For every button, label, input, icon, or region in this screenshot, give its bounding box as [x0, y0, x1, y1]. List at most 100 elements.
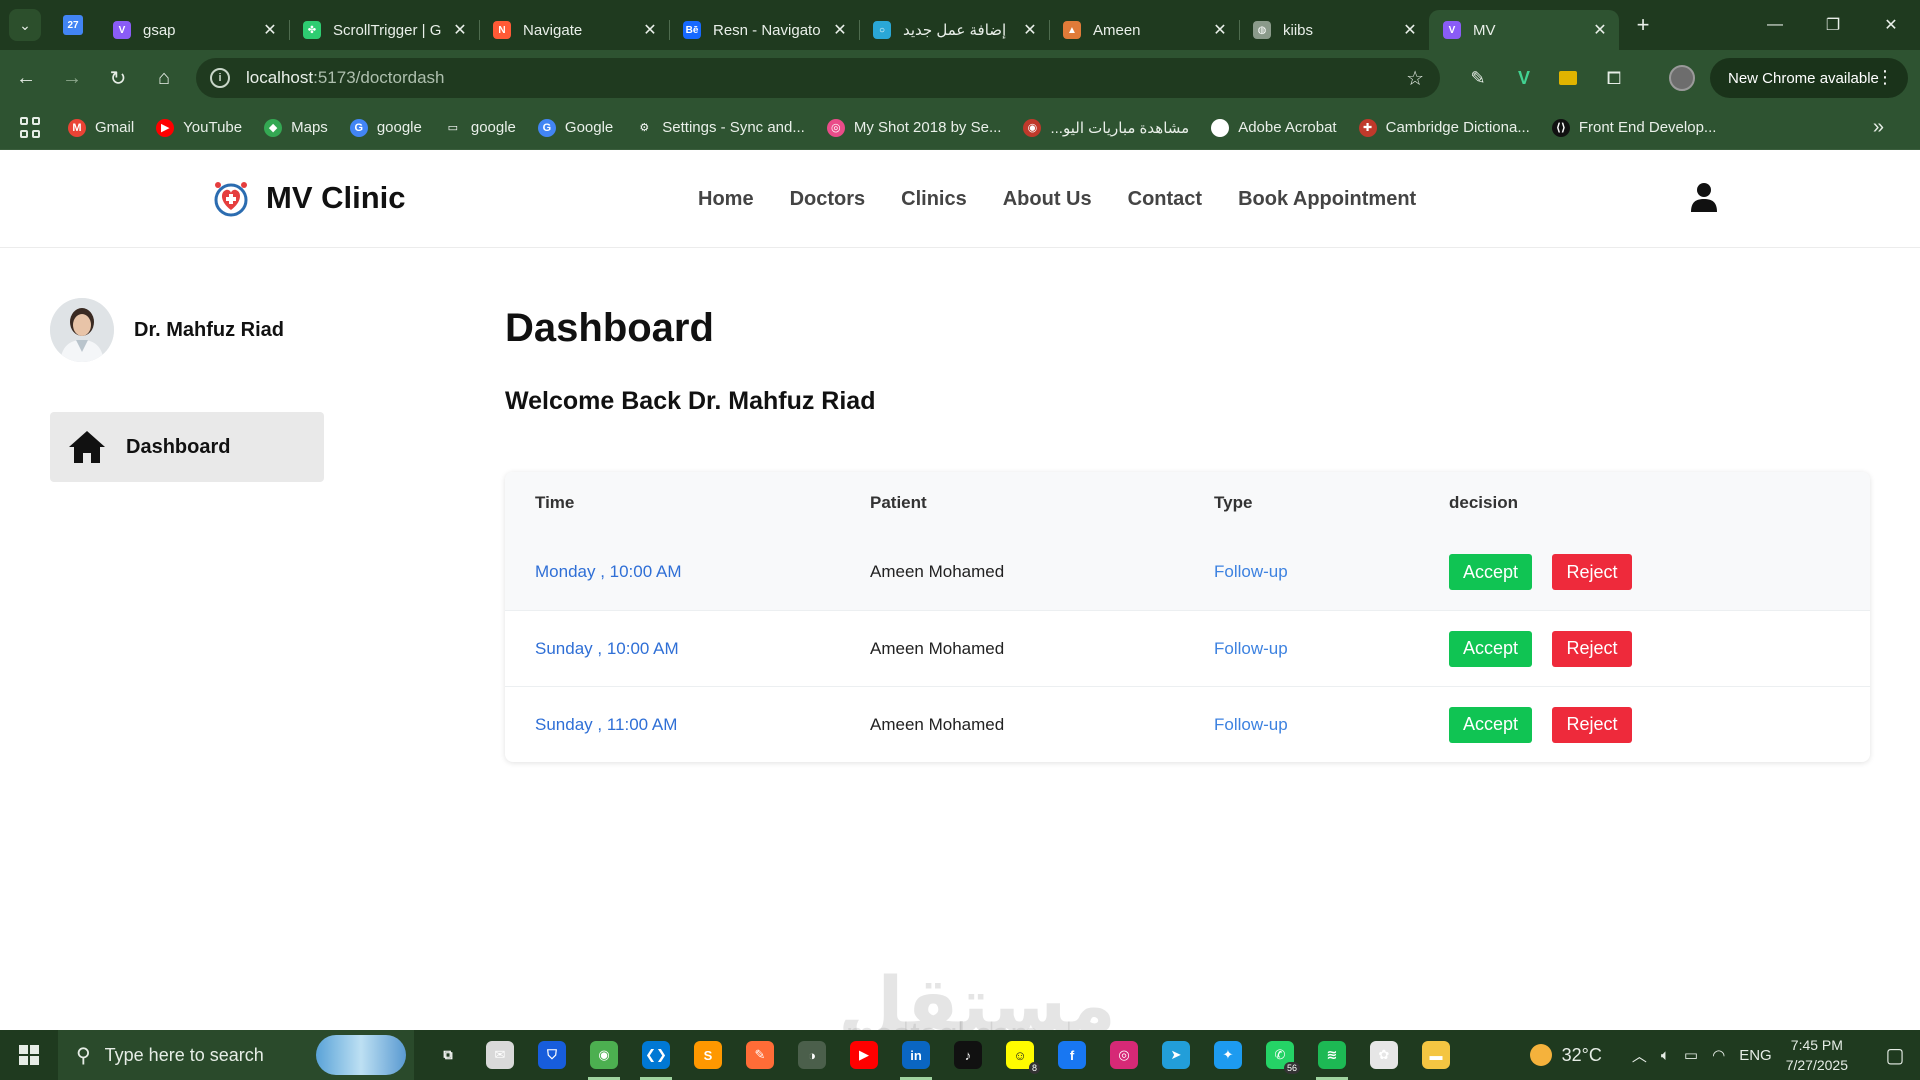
browser-tab[interactable]: Bē Resn - Navigato ✕	[669, 10, 860, 50]
browser-tab[interactable]: ○ إضافة عمل جديد ✕	[859, 10, 1050, 50]
back-button[interactable]: ←	[6, 58, 46, 98]
site-info-icon[interactable]: i	[210, 68, 230, 88]
browser-tab[interactable]: Vgsap ✕	[99, 10, 290, 50]
nav-link-doctors[interactable]: Doctors	[790, 188, 866, 211]
taskbar-app[interactable]: S	[682, 1030, 734, 1080]
accept-button[interactable]: Accept	[1449, 706, 1532, 743]
bookmark-item[interactable]: M Gmail	[68, 118, 134, 137]
appointment-type[interactable]: Follow-up	[1214, 715, 1449, 735]
taskbar-app[interactable]: ✿	[1358, 1030, 1410, 1080]
bookmark-item[interactable]: G Google	[537, 118, 613, 137]
taskbar-app[interactable]: ◉	[578, 1030, 630, 1080]
clock[interactable]: 7:45 PM 7/27/2025	[1786, 1035, 1848, 1075]
nav-link-home[interactable]: Home	[698, 188, 754, 211]
taskbar-app[interactable]: ❮❯	[630, 1030, 682, 1080]
taskbar-app[interactable]: ✆ 56	[1254, 1030, 1306, 1080]
taskbar-app[interactable]: ✦	[1202, 1030, 1254, 1080]
extension-icon[interactable]	[1548, 58, 1588, 98]
home-button[interactable]: ⌂	[144, 58, 184, 98]
browser-tab[interactable]: ✤ ScrollTrigger | G ✕	[289, 10, 480, 50]
taskbar-app[interactable]: ▶	[838, 1030, 890, 1080]
sidebar-item-dashboard[interactable]: Dashboard	[50, 412, 324, 482]
tab-close-icon[interactable]: ✕	[641, 20, 659, 40]
taskbar-app[interactable]: ≋	[1306, 1030, 1358, 1080]
nav-link-contact[interactable]: Contact	[1128, 188, 1202, 211]
tab-close-icon[interactable]: ✕	[831, 20, 849, 40]
taskbar-app[interactable]: f	[1046, 1030, 1098, 1080]
user-account-icon[interactable]	[1690, 182, 1718, 217]
taskbar-app[interactable]: in	[890, 1030, 942, 1080]
appointment-type[interactable]: Follow-up	[1214, 639, 1449, 659]
wifi-icon[interactable]: ◠	[1712, 1046, 1725, 1064]
accept-button[interactable]: Accept	[1449, 630, 1532, 667]
minimize-button[interactable]: —	[1746, 0, 1804, 50]
taskbar-app[interactable]: ⛉	[526, 1030, 578, 1080]
bookmark-item[interactable]: Ggoogle	[349, 118, 422, 137]
appointment-time[interactable]: Sunday , 10:00 AM	[505, 639, 870, 659]
taskbar-search[interactable]: ⚲ Type here to search	[58, 1030, 414, 1080]
site-logo[interactable]: MV Clinic	[212, 178, 406, 218]
url-text[interactable]: localhost:5173/doctordash	[246, 68, 445, 88]
bookmark-item[interactable]: ✚ Cambridge Dictiona...	[1358, 118, 1530, 137]
bookmark-item[interactable]: ◆ Maps	[264, 118, 328, 137]
taskbar-app[interactable]: ☺ 8	[994, 1030, 1046, 1080]
vue-devtools-extension-icon[interactable]: V	[1504, 58, 1544, 98]
accept-button[interactable]: Accept	[1449, 554, 1532, 590]
taskbar-app[interactable]: ▬	[1410, 1030, 1462, 1080]
battery-icon[interactable]: ▭	[1684, 1046, 1698, 1064]
bookmark-item[interactable]: ◐ Adobe Acrobat	[1211, 118, 1337, 137]
taskbar-app[interactable]: ⧉	[422, 1030, 474, 1080]
language-indicator[interactable]: ENG	[1739, 1047, 1772, 1064]
tab-close-icon[interactable]: ✕	[1021, 20, 1039, 40]
browser-tab[interactable]: ◍ kiibs ✕	[1239, 10, 1430, 50]
taskbar-app[interactable]: ◎	[1098, 1030, 1150, 1080]
profile-avatar-icon[interactable]	[1662, 58, 1702, 98]
bookmark-item[interactable]: ⚙ Settings - Sync and...	[635, 119, 805, 137]
taskbar-app[interactable]: ♪	[942, 1030, 994, 1080]
taskbar-app[interactable]: ✉	[474, 1030, 526, 1080]
maximize-button[interactable]: ❐	[1804, 0, 1862, 50]
taskbar-app[interactable]: ◑	[786, 1030, 838, 1080]
nav-link-book-appointment[interactable]: Book Appointment	[1238, 188, 1416, 211]
reload-button[interactable]: ↻	[98, 58, 138, 98]
browser-tab[interactable]: N Navigate ✕	[479, 10, 670, 50]
chevron-up-icon[interactable]: ︿	[1632, 1045, 1647, 1066]
bookmark-item[interactable]: ▭ google	[444, 119, 516, 137]
bookmark-item[interactable]: ⟨⟩ Front End Develop...	[1551, 118, 1716, 137]
notifications-icon[interactable]: ▢	[1870, 1030, 1920, 1080]
browser-tab[interactable]: V MV ✕	[1429, 10, 1619, 50]
tab-close-icon[interactable]: ✕	[451, 20, 469, 40]
new-tab-button[interactable]: +	[1627, 9, 1659, 41]
volume-icon[interactable]: 🔈︎	[1661, 1047, 1670, 1064]
appointment-time[interactable]: Sunday , 11:00 AM	[505, 715, 870, 735]
close-window-button[interactable]: ✕	[1862, 0, 1920, 50]
start-button[interactable]	[0, 1030, 58, 1080]
address-bar[interactable]: i localhost:5173/doctordash ☆	[196, 58, 1440, 98]
appointment-type[interactable]: Follow-up	[1214, 562, 1449, 582]
appointment-time[interactable]: Monday , 10:00 AM	[505, 562, 870, 582]
nav-link-about-us[interactable]: About Us	[1003, 188, 1092, 211]
new-chrome-available-button[interactable]: New Chrome available ⋮	[1710, 58, 1908, 98]
pinned-tab-calendar[interactable]: 27	[55, 7, 91, 43]
taskbar-app[interactable]: ➤	[1150, 1030, 1202, 1080]
bookmark-item[interactable]: ◉ ...مشاهدة مباريات اليو	[1023, 118, 1189, 137]
taskbar-app[interactable]: ✎	[734, 1030, 786, 1080]
bookmark-item[interactable]: ◎ My Shot 2018 by Se...	[826, 118, 1001, 137]
bookmarks-overflow-icon[interactable]: »	[1873, 116, 1884, 139]
apps-grid-icon[interactable]	[20, 116, 42, 139]
reject-button[interactable]: Reject	[1552, 706, 1632, 743]
weather-widget[interactable]: 32°C	[1529, 1044, 1602, 1066]
forward-button[interactable]: →	[52, 58, 92, 98]
tab-close-icon[interactable]: ✕	[1401, 20, 1419, 40]
tab-close-icon[interactable]: ✕	[1211, 20, 1229, 40]
bookmark-star-icon[interactable]: ☆	[1406, 66, 1424, 91]
tab-search-button[interactable]: ⌄	[9, 9, 41, 41]
nav-link-clinics[interactable]: Clinics	[901, 188, 967, 211]
tab-close-icon[interactable]: ✕	[261, 20, 279, 40]
bookmark-item[interactable]: ▶ YouTube	[156, 118, 242, 137]
reject-button[interactable]: Reject	[1552, 554, 1632, 590]
tab-close-icon[interactable]: ✕	[1591, 20, 1609, 40]
puzzle-extensions-icon[interactable]: ⧠	[1594, 58, 1634, 98]
reject-button[interactable]: Reject	[1552, 630, 1632, 667]
browser-tab[interactable]: ▲ Ameen ✕	[1049, 10, 1240, 50]
